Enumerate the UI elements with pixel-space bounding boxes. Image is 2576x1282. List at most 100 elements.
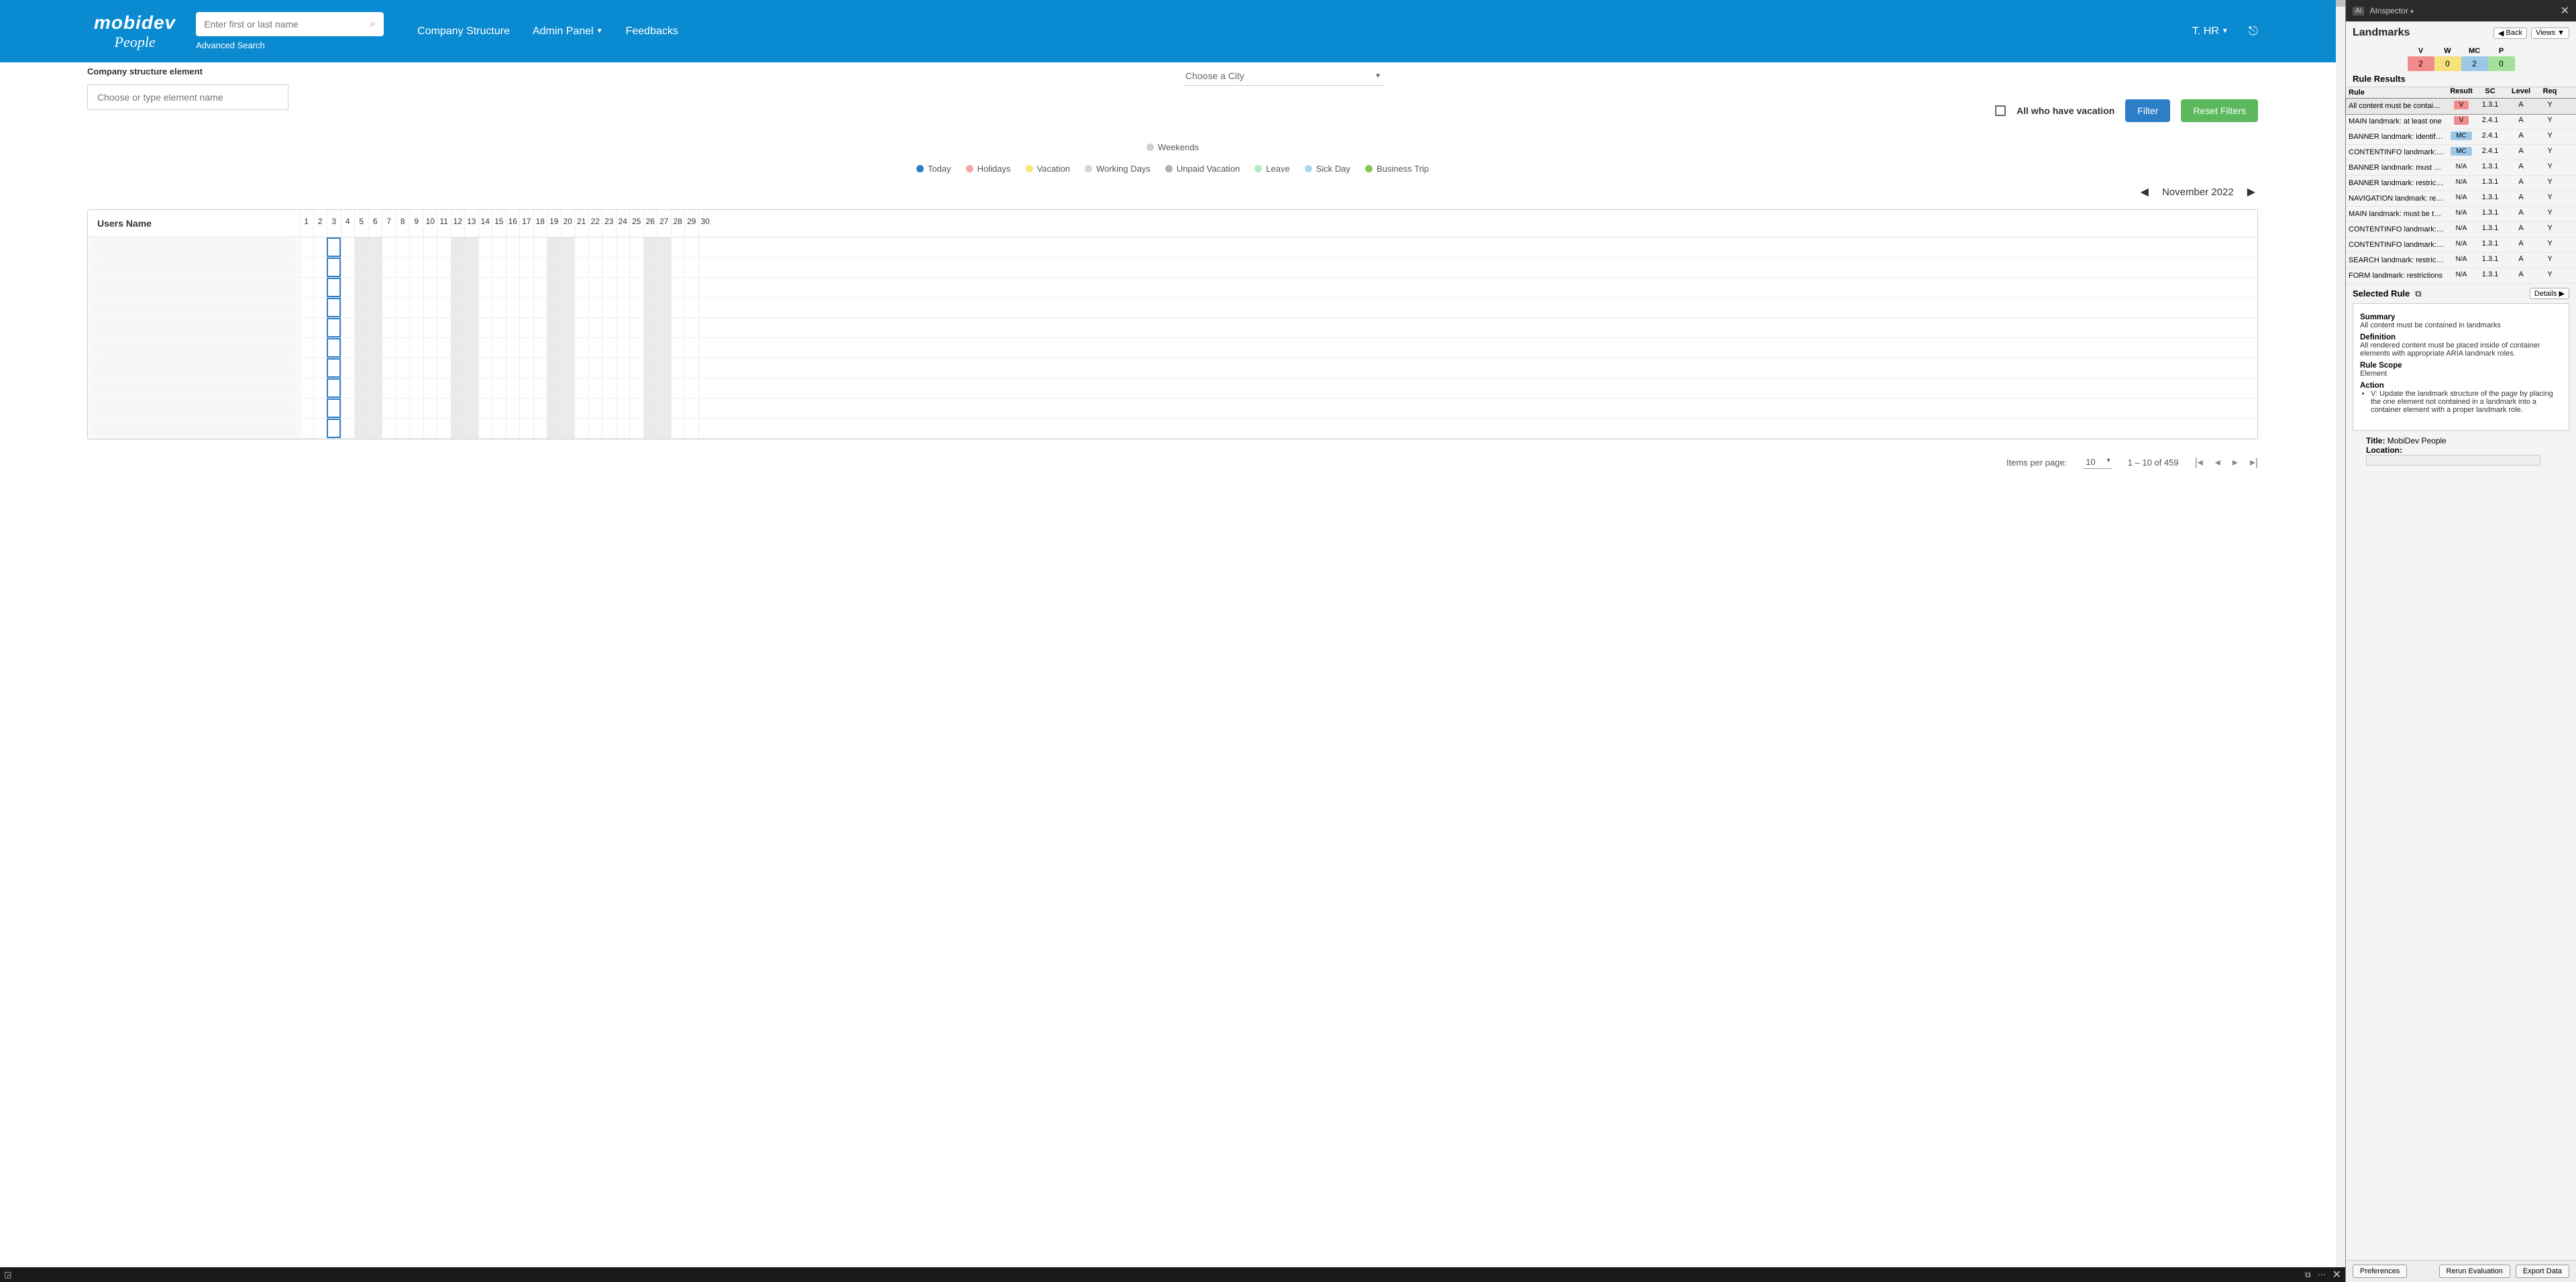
- day-cell[interactable]: [574, 237, 588, 257]
- day-cell[interactable]: [492, 378, 506, 398]
- day-cell[interactable]: [657, 378, 671, 398]
- rule-row[interactable]: NAVIGATION landmark: restrict... N/A 1.3…: [2346, 191, 2576, 207]
- user-name-cell[interactable]: [88, 398, 299, 418]
- day-cell[interactable]: [341, 338, 355, 358]
- day-cell[interactable]: [341, 378, 355, 398]
- day-cell[interactable]: [671, 378, 685, 398]
- day-cell[interactable]: [437, 318, 451, 337]
- day-cell[interactable]: [492, 398, 506, 418]
- day-cell[interactable]: [409, 258, 423, 277]
- day-cell[interactable]: [547, 278, 561, 297]
- day-cell[interactable]: [533, 278, 547, 297]
- user-name-cell[interactable]: [88, 419, 299, 438]
- day-cell[interactable]: [588, 318, 602, 337]
- rule-row[interactable]: CONTENTINFO landmark: mus... N/A 1.3.1 A…: [2346, 222, 2576, 237]
- day-cell[interactable]: [629, 278, 643, 297]
- nav-company-structure[interactable]: Company Structure: [417, 25, 510, 38]
- day-cell[interactable]: [464, 237, 478, 257]
- day-cell[interactable]: [299, 258, 313, 277]
- day-cell[interactable]: [327, 278, 341, 297]
- day-cell[interactable]: [671, 298, 685, 317]
- nav-feedbacks[interactable]: Feedbacks: [626, 25, 678, 38]
- day-cell[interactable]: [657, 298, 671, 317]
- day-cell[interactable]: [354, 378, 368, 398]
- user-name-cell[interactable]: [88, 298, 299, 317]
- day-cell[interactable]: [478, 298, 492, 317]
- rule-row[interactable]: CONTENTINFO landmark: restr... N/A 1.3.1…: [2346, 237, 2576, 253]
- day-cell[interactable]: [368, 237, 382, 257]
- day-cell[interactable]: [533, 378, 547, 398]
- day-cell[interactable]: [602, 398, 616, 418]
- day-cell[interactable]: [561, 258, 575, 277]
- day-cell[interactable]: [684, 338, 698, 358]
- day-cell[interactable]: [561, 278, 575, 297]
- day-cell[interactable]: [671, 258, 685, 277]
- day-cell[interactable]: [574, 419, 588, 438]
- day-cell[interactable]: [382, 318, 396, 337]
- day-cell[interactable]: [602, 298, 616, 317]
- day-cell[interactable]: [382, 378, 396, 398]
- day-cell[interactable]: [616, 358, 630, 378]
- day-cell[interactable]: [341, 419, 355, 438]
- day-cell[interactable]: [616, 338, 630, 358]
- day-cell[interactable]: [506, 237, 520, 257]
- day-cell[interactable]: [684, 378, 698, 398]
- day-cell[interactable]: [698, 419, 712, 438]
- day-cell[interactable]: [574, 278, 588, 297]
- rule-row[interactable]: BANNER landmark: restrictions N/A 1.3.1 …: [2346, 176, 2576, 191]
- last-page-button[interactable]: ▸|: [2250, 456, 2258, 469]
- day-cell[interactable]: [299, 358, 313, 378]
- day-cell[interactable]: [698, 378, 712, 398]
- col-level[interactable]: Level: [2504, 87, 2538, 98]
- user-name-cell[interactable]: [88, 338, 299, 358]
- day-cell[interactable]: [451, 378, 465, 398]
- day-cell[interactable]: [354, 398, 368, 418]
- col-sc[interactable]: SC: [2476, 87, 2504, 98]
- day-cell[interactable]: [423, 318, 437, 337]
- day-cell[interactable]: [464, 398, 478, 418]
- search-icon[interactable]: ⌕: [370, 18, 376, 30]
- day-cell[interactable]: [657, 237, 671, 257]
- day-cell[interactable]: [478, 258, 492, 277]
- day-cell[interactable]: [519, 358, 533, 378]
- day-cell[interactable]: [547, 398, 561, 418]
- back-button[interactable]: ◀ Back: [2493, 28, 2527, 39]
- day-cell[interactable]: [492, 338, 506, 358]
- day-cell[interactable]: [313, 298, 327, 317]
- day-cell[interactable]: [327, 358, 341, 378]
- day-cell[interactable]: [313, 378, 327, 398]
- day-cell[interactable]: [684, 237, 698, 257]
- day-cell[interactable]: [396, 298, 410, 317]
- day-cell[interactable]: [506, 378, 520, 398]
- day-cell[interactable]: [423, 419, 437, 438]
- day-cell[interactable]: [451, 419, 465, 438]
- rule-row[interactable]: FORM landmark: restrictions N/A 1.3.1 A …: [2346, 268, 2576, 284]
- day-cell[interactable]: [492, 258, 506, 277]
- day-cell[interactable]: [629, 358, 643, 378]
- day-cell[interactable]: [506, 278, 520, 297]
- day-cell[interactable]: [684, 318, 698, 337]
- day-cell[interactable]: [354, 318, 368, 337]
- day-cell[interactable]: [437, 278, 451, 297]
- user-name-cell[interactable]: [88, 258, 299, 277]
- day-cell[interactable]: [629, 298, 643, 317]
- users-name-header[interactable]: Users Name: [88, 210, 299, 237]
- day-cell[interactable]: [368, 278, 382, 297]
- day-cell[interactable]: [396, 358, 410, 378]
- reset-filters-button[interactable]: Reset Filters: [2181, 99, 2258, 122]
- day-cell[interactable]: [698, 318, 712, 337]
- day-cell[interactable]: [396, 258, 410, 277]
- day-cell[interactable]: [299, 398, 313, 418]
- rerun-evaluation-button[interactable]: Rerun Evaluation: [2439, 1265, 2510, 1278]
- prev-month-button[interactable]: ◀: [2141, 185, 2149, 199]
- day-cell[interactable]: [684, 358, 698, 378]
- day-cell[interactable]: [341, 318, 355, 337]
- day-cell[interactable]: [327, 258, 341, 277]
- day-cell[interactable]: [671, 318, 685, 337]
- day-cell[interactable]: [574, 258, 588, 277]
- page-scrollbar[interactable]: [2336, 0, 2345, 1282]
- day-cell[interactable]: [698, 278, 712, 297]
- day-cell[interactable]: [506, 358, 520, 378]
- day-cell[interactable]: [671, 338, 685, 358]
- day-cell[interactable]: [533, 398, 547, 418]
